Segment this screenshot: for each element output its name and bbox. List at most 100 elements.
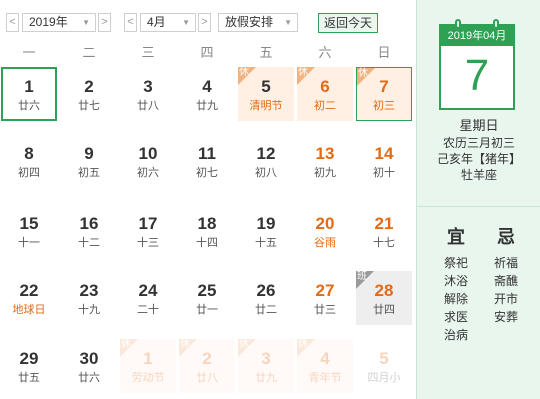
day-cell[interactable]: 21 十七 bbox=[356, 204, 412, 258]
day-badge-label: 休 bbox=[298, 67, 308, 78]
avoid-item: 安葬 bbox=[493, 310, 518, 324]
day-cell[interactable]: 13 初九 bbox=[297, 134, 353, 188]
day-lunar-label: 初九 bbox=[314, 167, 336, 179]
day-cell[interactable]: 12 初八 bbox=[238, 134, 294, 188]
avoid-item: 开市 bbox=[493, 292, 518, 306]
day-lunar-label: 十二 bbox=[78, 237, 100, 249]
day-cell[interactable]: 23 十九 bbox=[61, 271, 117, 325]
day-cell[interactable]: 4 廿九 bbox=[179, 67, 235, 121]
suitable-list: 宜 祭祀 沐浴 解除 求医 治病 bbox=[431, 226, 481, 344]
holiday-select[interactable]: 放假安排 ▼ bbox=[218, 13, 298, 32]
day-lunar-label: 十七 bbox=[373, 237, 395, 249]
day-badge-label: 休 bbox=[239, 67, 249, 78]
day-cell[interactable]: 休 4 青年节 bbox=[297, 339, 353, 393]
day-lunar-label: 初六 bbox=[137, 167, 159, 179]
month-select-value: 4月 bbox=[147, 15, 166, 29]
day-cell[interactable]: 3 廿八 bbox=[120, 67, 176, 121]
day-lunar-label: 十三 bbox=[137, 237, 159, 249]
day-lunar-label: 廿二 bbox=[255, 304, 277, 316]
prev-month-button[interactable]: < bbox=[124, 13, 137, 32]
next-month-button[interactable]: > bbox=[198, 13, 211, 32]
day-number: 8 bbox=[24, 144, 34, 163]
weekday-label: 一 bbox=[22, 45, 36, 60]
day-badge-label: 休 bbox=[121, 339, 131, 350]
calendar-toolbar: < 2019年 ▼ > < 4月 ▼ > 放假安排 ▼ 返回今天 bbox=[0, 0, 414, 40]
day-number: 14 bbox=[374, 144, 394, 163]
day-cell[interactable]: 16 十二 bbox=[61, 204, 117, 258]
day-lunar-label: 初二 bbox=[314, 100, 336, 112]
day-lunar-label: 初三 bbox=[373, 100, 395, 112]
binder-ring-icon bbox=[493, 19, 499, 29]
next-year-button[interactable]: > bbox=[98, 13, 111, 32]
day-info: 星期日 农历三月初三 己亥年【猪年】 牡羊座 bbox=[417, 118, 540, 183]
day-cell[interactable]: 休 7 初三 bbox=[356, 67, 412, 121]
avoid-item: 斋醮 bbox=[493, 274, 518, 288]
day-cell[interactable]: 20 谷雨 bbox=[297, 204, 353, 258]
day-number: 23 bbox=[79, 281, 99, 300]
day-detail-panel: 2019年04月 7 星期日 农历三月初三 己亥年【猪年】 牡羊座 宜 祭祀 沐… bbox=[416, 0, 540, 399]
suitable-item: 求医 bbox=[443, 310, 468, 324]
day-cell[interactable]: 休 5 清明节 bbox=[238, 67, 294, 121]
day-cell[interactable]: 19 十五 bbox=[238, 204, 294, 258]
day-number: 25 bbox=[197, 281, 217, 300]
day-cell[interactable]: 休 2 廿八 bbox=[179, 339, 235, 393]
day-lunar-label: 廿八 bbox=[196, 372, 218, 384]
day-cell[interactable]: 班 28 廿四 bbox=[356, 271, 412, 325]
day-cell[interactable]: 18 十四 bbox=[179, 204, 235, 258]
day-lunar-label: 廿四 bbox=[373, 304, 395, 316]
day-number: 30 bbox=[79, 349, 99, 368]
chevron-down-icon: ▼ bbox=[182, 18, 190, 27]
day-lunar-label: 初五 bbox=[78, 167, 100, 179]
day-cell[interactable]: 休 6 初二 bbox=[297, 67, 353, 121]
day-lunar-label: 十五 bbox=[255, 237, 277, 249]
day-lunar-label: 十一 bbox=[18, 237, 40, 249]
weekday-label: 四 bbox=[200, 45, 214, 60]
day-cell[interactable]: 22 地球日 bbox=[1, 271, 57, 325]
day-cell[interactable]: 11 初七 bbox=[179, 134, 235, 188]
day-cell[interactable]: 5 四月小 bbox=[356, 339, 412, 393]
day-cell[interactable]: 27 廿三 bbox=[297, 271, 353, 325]
day-number: 24 bbox=[138, 281, 158, 300]
day-cell[interactable]: 2 廿七 bbox=[61, 67, 117, 121]
day-lunar-label: 廿三 bbox=[314, 304, 336, 316]
day-cell[interactable]: 29 廿五 bbox=[1, 339, 57, 393]
day-lunar-label: 青年节 bbox=[308, 372, 342, 384]
year-select-value: 2019年 bbox=[29, 15, 68, 29]
day-cell[interactable]: 26 廿二 bbox=[238, 271, 294, 325]
day-cell[interactable]: 1 廿六 bbox=[1, 67, 57, 121]
day-cell[interactable]: 15 十一 bbox=[1, 204, 57, 258]
suitable-item: 解除 bbox=[443, 292, 468, 306]
weekday-label: 六 bbox=[318, 45, 332, 60]
day-number: 13 bbox=[315, 144, 335, 163]
day-cell[interactable]: 10 初六 bbox=[120, 134, 176, 188]
suitable-item: 沐浴 bbox=[443, 274, 468, 288]
day-lunar-label: 初八 bbox=[255, 167, 277, 179]
day-cell[interactable]: 休 3 廿九 bbox=[238, 339, 294, 393]
day-cell[interactable]: 9 初五 bbox=[61, 134, 117, 188]
day-cell[interactable]: 8 初四 bbox=[1, 134, 57, 188]
day-lunar-label: 廿九 bbox=[196, 100, 218, 112]
day-cell[interactable]: 25 廿一 bbox=[179, 271, 235, 325]
day-lunar-label: 初十 bbox=[373, 167, 395, 179]
day-badge-label: 休 bbox=[298, 339, 308, 350]
day-number: 20 bbox=[315, 214, 335, 233]
day-badge-label: 休 bbox=[239, 339, 249, 350]
day-cell[interactable]: 24 二十 bbox=[120, 271, 176, 325]
day-number: 10 bbox=[138, 144, 158, 163]
weekday-header: 一 二 三 四 五 六 日 bbox=[0, 42, 414, 64]
day-cell[interactable]: 17 十三 bbox=[120, 204, 176, 258]
year-select[interactable]: 2019年 ▼ bbox=[22, 13, 96, 32]
binder-ring-icon bbox=[455, 19, 461, 29]
day-lunar-label: 廿六 bbox=[18, 100, 40, 112]
weekday-label: 三 bbox=[141, 45, 155, 60]
day-badge-label: 班 bbox=[357, 271, 367, 282]
day-lunar-label: 劳动节 bbox=[131, 372, 165, 384]
panel-divider bbox=[417, 206, 540, 207]
day-cell[interactable]: 30 廿六 bbox=[61, 339, 117, 393]
day-number: 17 bbox=[138, 214, 158, 233]
back-to-today-button[interactable]: 返回今天 bbox=[318, 13, 378, 33]
month-select[interactable]: 4月 ▼ bbox=[140, 13, 196, 32]
prev-year-button[interactable]: < bbox=[6, 13, 19, 32]
day-cell[interactable]: 休 1 劳动节 bbox=[120, 339, 176, 393]
day-cell[interactable]: 14 初十 bbox=[356, 134, 412, 188]
